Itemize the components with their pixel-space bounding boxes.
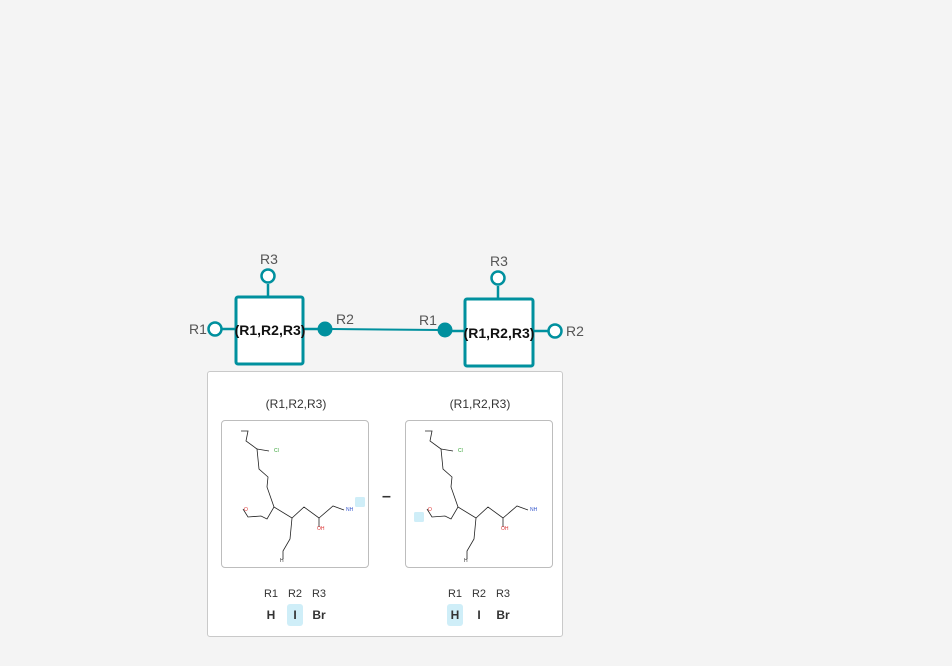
rgroup-header: R3 <box>495 588 511 600</box>
card-title: (R1,R2,R3) <box>265 397 327 411</box>
attachment-highlight <box>355 497 365 507</box>
rgroup-value-r3[interactable]: Br <box>311 604 327 626</box>
atom-label: Cl <box>274 448 279 454</box>
monomer-canvas[interactable]: (R1,R2,R3) R3 R1 R2 (R1,R2,R3) R3 R1 R2 <box>0 0 952 370</box>
rgroup-table: R1 R2 R3 H I Br <box>245 588 345 626</box>
atom-label: O <box>244 507 248 513</box>
rgroup-header: R2 <box>471 588 487 600</box>
monomer-label: (R1,R2,R3) <box>464 325 535 341</box>
rgroup-r3-label: R3 <box>260 251 278 267</box>
structure-card: Cl O OH NH H <box>405 420 553 568</box>
rgroup-value-r2-selected[interactable]: I <box>287 604 303 626</box>
atom-label: NH <box>346 507 354 513</box>
rgroup-r2-label: R2 <box>336 311 354 327</box>
atom-label: O <box>428 507 432 513</box>
atom-label: OH <box>501 526 509 532</box>
rgroup-r3-attachment-point[interactable] <box>490 270 506 286</box>
atom-label: Cl <box>458 448 463 454</box>
card-title: (R1,R2,R3) <box>449 397 511 411</box>
monomer-2[interactable]: (R1,R2,R3) R3 R1 R2 <box>419 253 584 368</box>
rgroup-value-r1[interactable]: H <box>263 604 279 626</box>
rgroup-header: R1 <box>447 588 463 600</box>
connection-preview-panel: (R1,R2,R3) Cl O OH NH H R1 R2 R3 H I Br … <box>207 371 563 637</box>
atom-label: OH <box>317 526 325 532</box>
rgroup-value-r1-selected[interactable]: H <box>447 604 463 626</box>
rgroup-r2-attachment-point[interactable] <box>547 323 563 339</box>
molecule-structure: Cl O OH NH H <box>241 430 365 564</box>
rgroup-r1-attachment-point[interactable] <box>207 321 223 337</box>
molecule-structure: Cl O OH NH H <box>414 430 538 564</box>
rgroup-value-r2[interactable]: I <box>471 604 487 626</box>
rgroup-r1-label: R1 <box>189 321 207 337</box>
atom-label: H <box>280 558 284 564</box>
atom-label: H <box>464 558 468 564</box>
separator-dash: – <box>382 488 391 505</box>
rgroup-r1-label: R1 <box>419 312 437 328</box>
rgroup-r3-label: R3 <box>490 253 508 269</box>
rgroup-header: R3 <box>311 588 327 600</box>
rgroup-r3-attachment-point[interactable] <box>260 268 276 284</box>
rgroup-value-r3[interactable]: Br <box>495 604 511 626</box>
attachment-highlight <box>414 512 424 522</box>
rgroup-header: R1 <box>263 588 279 600</box>
rgroup-r2-attachment-point[interactable] <box>317 321 333 337</box>
structure-card: Cl O OH NH H <box>221 420 369 568</box>
connection-bond[interactable] <box>330 328 440 331</box>
rgroup-r2-label: R2 <box>566 323 584 339</box>
monomer-1[interactable]: (R1,R2,R3) R3 R1 R2 <box>189 251 354 366</box>
atom-label: NH <box>530 507 538 513</box>
rgroup-table: R1 R2 R3 H I Br <box>429 588 529 626</box>
rgroup-header: R2 <box>287 588 303 600</box>
monomer-label: (R1,R2,R3) <box>235 322 306 338</box>
rgroup-r1-attachment-point[interactable] <box>437 322 453 338</box>
